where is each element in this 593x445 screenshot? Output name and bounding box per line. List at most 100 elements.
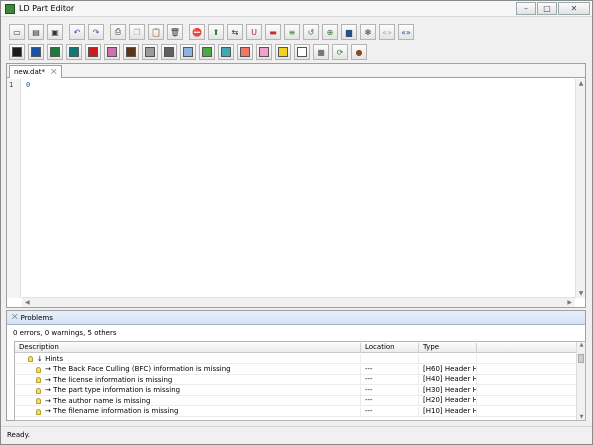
color-swatch-button[interactable] (161, 44, 177, 60)
settings-button[interactable]: ✻ (360, 24, 376, 40)
color-swatch-button[interactable] (104, 44, 120, 60)
scroll-right-icon[interactable]: ▶ (567, 299, 572, 306)
column-header-extra (477, 343, 577, 353)
stop-button[interactable]: ⛔ (189, 24, 205, 40)
text-editor: new.dat* ⨉ 1 0 ▲ ▼ ◀ ▶ (6, 63, 586, 308)
lock-icon: ⊕ (326, 27, 334, 37)
lightbulb-icon (36, 408, 41, 415)
copy-button[interactable]: ❐ (129, 24, 145, 40)
align-button[interactable]: ≡ (284, 24, 300, 40)
table-row[interactable]: → The filename information is missing ---… (15, 406, 577, 417)
color-swatch (107, 47, 117, 57)
table-row[interactable]: → The part type information is missing --… (15, 385, 577, 396)
description-cell: → The Back Face Culling (BFC) informatio… (15, 364, 361, 375)
code-area[interactable]: 0 (26, 81, 30, 89)
mirror-button[interactable]: ⇆ (227, 24, 243, 40)
upload-button[interactable]: ⬆ (208, 24, 224, 40)
magnet-icon: U (251, 27, 257, 37)
refresh-button[interactable]: ⟳ (332, 44, 348, 60)
color-gray-button[interactable]: ■ (313, 44, 329, 60)
type-cell: [H20] Header H... (419, 396, 477, 406)
close-button[interactable]: ✕ (558, 2, 590, 15)
problems-summary: 0 errors, 0 warnings, 5 others (13, 329, 117, 337)
scroll-up-icon[interactable]: ▲ (577, 80, 585, 87)
table-row[interactable]: ↓ Hints (15, 354, 577, 364)
color-swatch-button[interactable] (123, 44, 139, 60)
type-cell (419, 354, 477, 364)
color-swatch-button[interactable] (256, 44, 272, 60)
table-row[interactable]: → The author name is missing --- [H20] Hea… (15, 396, 577, 406)
abc-icon: «» (382, 27, 392, 37)
table-row[interactable]: → The license information is missing ---[… (15, 375, 577, 385)
color-swatch-button[interactable] (199, 44, 215, 60)
magnet-button[interactable]: U (246, 24, 262, 40)
color-swatch-button[interactable] (218, 44, 234, 60)
new-button[interactable]: ▭ (9, 24, 25, 40)
open-button[interactable]: ▤ (28, 24, 44, 40)
color-toolbar: ■ ⟳ ● (9, 43, 370, 61)
window-controls: – □ ✕ (515, 2, 590, 15)
table-row[interactable]: → The Back Face Culling (BFC) informatio… (15, 364, 577, 375)
color-swatch-button[interactable] (47, 44, 63, 60)
scroll-up-icon[interactable]: ▲ (578, 342, 585, 348)
copy-icon: ❐ (133, 27, 141, 37)
mirror-icon: ⇆ (231, 27, 239, 37)
color-swatch-button[interactable] (9, 44, 25, 60)
save-button[interactable]: ▣ (47, 24, 63, 40)
car-button[interactable]: ▆ (341, 24, 357, 40)
location-cell: --- (361, 396, 419, 406)
color-swatch-button[interactable] (237, 44, 253, 60)
lightbulb-icon (36, 366, 41, 373)
code-button[interactable]: «» (398, 24, 414, 40)
column-header-location[interactable]: Location (361, 343, 419, 353)
lightbulb-icon (36, 398, 41, 404)
color-swatch-button[interactable] (180, 44, 196, 60)
maximize-button[interactable]: □ (537, 2, 557, 15)
color-swatch-button[interactable] (66, 44, 82, 60)
color-gray-button-icon: ■ (317, 47, 325, 57)
editor-tab-strip: new.dat* ⨉ (7, 64, 585, 78)
color-swatch-button[interactable] (85, 44, 101, 60)
save-icon: ▣ (51, 27, 59, 37)
color-swatch-button[interactable] (275, 44, 291, 60)
color-swatch-button[interactable] (294, 44, 310, 60)
color-swatch-button[interactable] (142, 44, 158, 60)
lightbulb-icon (28, 356, 33, 362)
editor-horizontal-scrollbar[interactable]: ◀ ▶ (22, 297, 575, 307)
ruler-icon: ▬ (269, 27, 277, 37)
scroll-left-icon[interactable]: ◀ (25, 299, 30, 306)
description-text: → The part type information is missing (45, 386, 181, 394)
problems-vertical-scrollbar[interactable]: ▲ ▼ (576, 342, 585, 420)
close-problems-icon[interactable]: ⨉ (12, 313, 18, 322)
paste-button[interactable]: 📋 (148, 24, 164, 40)
minimize-button[interactable]: – (516, 2, 536, 15)
color-swatch (69, 47, 79, 57)
abc-button[interactable]: «» (379, 24, 395, 40)
scroll-down-icon[interactable]: ▼ (578, 414, 585, 420)
settings-icon: ✻ (364, 27, 372, 37)
column-header-description[interactable]: Description (15, 343, 361, 353)
refresh-icon: ⟳ (336, 47, 344, 57)
color-swatch-button[interactable] (28, 44, 44, 60)
redo-button[interactable]: ↷ (88, 24, 104, 40)
scroll-thumb[interactable] (578, 354, 584, 363)
editor-vertical-scrollbar[interactable]: ▲ ▼ (575, 79, 585, 298)
stop-icon: ⛔ (192, 27, 202, 37)
window-title: LD Part Editor (19, 4, 75, 13)
color-swatch (12, 47, 22, 57)
print-button[interactable]: ⎙ (110, 24, 126, 40)
rotate-button[interactable]: ↺ (303, 24, 319, 40)
editor-tab[interactable]: new.dat* ⨉ (9, 65, 62, 78)
undo-button[interactable]: ↶ (69, 24, 85, 40)
color-swatch (278, 47, 288, 57)
scroll-down-icon[interactable]: ▼ (577, 290, 585, 297)
close-tab-icon[interactable]: ⨉ (51, 66, 57, 78)
open-icon: ▤ (32, 27, 40, 37)
palette-button[interactable]: ● (351, 44, 367, 60)
column-header-type[interactable]: Type (419, 343, 477, 353)
lock-button[interactable]: ⊕ (322, 24, 338, 40)
ruler-button[interactable]: ▬ (265, 24, 281, 40)
delete-button[interactable]: 🗑 (167, 24, 183, 40)
type-cell: [H30] Header H... (419, 385, 477, 396)
app-icon (5, 4, 15, 14)
